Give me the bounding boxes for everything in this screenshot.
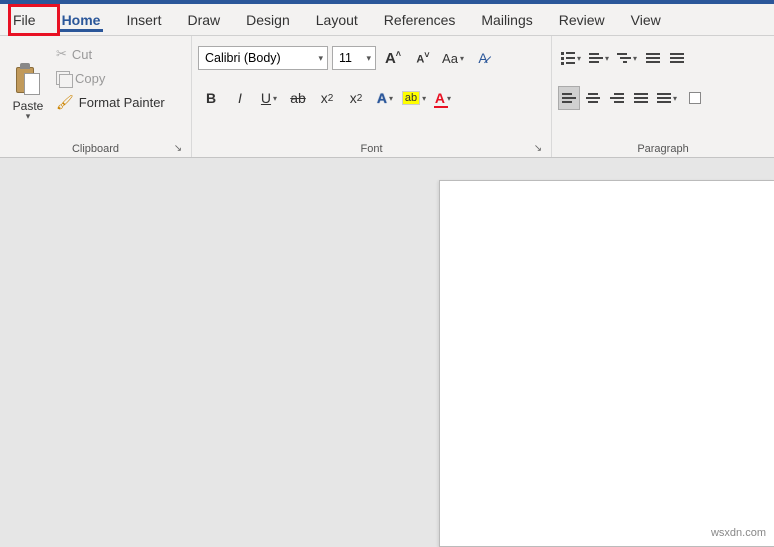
- change-case-button[interactable]: Aa▾: [440, 46, 466, 70]
- group-paragraph: ▾ ▾ ▾: [552, 36, 774, 157]
- font-name-value: Calibri (Body): [205, 51, 281, 65]
- tab-design[interactable]: Design: [233, 4, 303, 35]
- brush-icon: 🖌: [56, 94, 74, 111]
- group-font: Calibri (Body) ▾ 11 ▾ A˄ A˅ Aa▾ A̷ B I U…: [192, 36, 552, 157]
- superscript-button[interactable]: x2: [343, 86, 369, 110]
- subscript-button[interactable]: x2: [314, 86, 340, 110]
- cut-label: Cut: [72, 47, 92, 62]
- clipboard-icon: [14, 63, 42, 97]
- tab-review[interactable]: Review: [546, 4, 618, 35]
- clear-formatting-button[interactable]: A̷: [470, 46, 496, 70]
- document-page[interactable]: [439, 180, 774, 547]
- bold-button[interactable]: B: [198, 86, 224, 110]
- chevron-down-icon: ▾: [362, 53, 371, 64]
- font-launcher[interactable]: ↘: [531, 141, 545, 155]
- increase-indent-button[interactable]: [666, 46, 688, 70]
- grow-font-button[interactable]: A˄: [380, 46, 406, 70]
- cut-button[interactable]: ✂ Cut: [50, 42, 171, 66]
- font-size-value: 11: [339, 51, 352, 65]
- align-left-button[interactable]: [558, 86, 580, 110]
- copy-button[interactable]: Copy: [50, 66, 171, 90]
- scissors-icon: ✂: [56, 46, 67, 62]
- chevron-down-icon: ▾: [314, 53, 323, 64]
- highlight-button[interactable]: ab▾: [401, 86, 427, 110]
- tab-home[interactable]: Home: [49, 4, 114, 35]
- tab-mailings[interactable]: Mailings: [468, 4, 545, 35]
- line-spacing-button[interactable]: ▾: [654, 86, 680, 110]
- document-area: [0, 158, 774, 547]
- numbering-button[interactable]: ▾: [586, 46, 612, 70]
- font-group-label: Font: [360, 143, 382, 155]
- format-painter-label: Format Painter: [79, 95, 165, 110]
- paragraph-group-label: Paragraph: [637, 143, 688, 155]
- bullets-button[interactable]: ▾: [558, 46, 584, 70]
- paste-button[interactable]: Paste ▾: [6, 40, 50, 140]
- underline-button[interactable]: U▾: [256, 86, 282, 110]
- multilevel-list-button[interactable]: ▾: [614, 46, 640, 70]
- copy-label: Copy: [75, 71, 105, 86]
- shrink-font-button[interactable]: A˅: [410, 46, 436, 70]
- chevron-down-icon[interactable]: ▾: [26, 111, 31, 122]
- tab-file[interactable]: File: [0, 4, 49, 35]
- ribbon-tabs: File Home Insert Draw Design Layout Refe…: [0, 4, 774, 36]
- tab-layout[interactable]: Layout: [303, 4, 371, 35]
- decrease-indent-button[interactable]: [642, 46, 664, 70]
- font-color-button[interactable]: A▾: [430, 86, 456, 110]
- watermark-text: wsxdn.com: [711, 527, 766, 539]
- tab-draw[interactable]: Draw: [174, 4, 233, 35]
- strikethrough-button[interactable]: ab: [285, 86, 311, 110]
- tab-insert[interactable]: Insert: [113, 4, 174, 35]
- tab-view[interactable]: View: [618, 4, 674, 35]
- font-size-select[interactable]: 11 ▾: [332, 46, 376, 70]
- font-name-select[interactable]: Calibri (Body) ▾: [198, 46, 328, 70]
- align-justify-button[interactable]: [630, 86, 652, 110]
- copy-icon: [56, 71, 70, 85]
- align-center-button[interactable]: [582, 86, 604, 110]
- text-effects-button[interactable]: A▾: [372, 86, 398, 110]
- clipboard-group-label: Clipboard: [72, 143, 119, 155]
- align-right-button[interactable]: [606, 86, 628, 110]
- ribbon: Paste ▾ ✂ Cut Copy 🖌 Format Painter Cli: [0, 36, 774, 158]
- format-painter-button[interactable]: 🖌 Format Painter: [50, 90, 171, 114]
- italic-button[interactable]: I: [227, 86, 253, 110]
- group-clipboard: Paste ▾ ✂ Cut Copy 🖌 Format Painter Cli: [0, 36, 192, 157]
- tab-references[interactable]: References: [371, 4, 469, 35]
- clipboard-launcher[interactable]: ↘: [171, 141, 185, 155]
- shading-button[interactable]: [682, 86, 708, 110]
